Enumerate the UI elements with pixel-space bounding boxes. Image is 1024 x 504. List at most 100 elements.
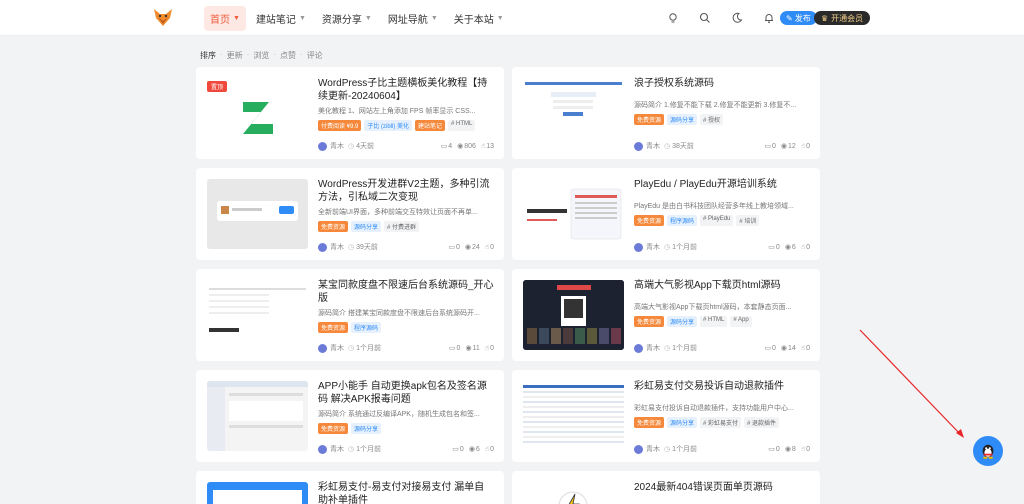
sort-option-likes[interactable]: 点赞 [280,50,296,61]
pen-icon: ✎ [786,13,793,23]
tag[interactable]: 建站笔记 [415,120,446,131]
avatar[interactable] [634,141,643,151]
post-card[interactable]: 浪子授权系统源码 源码简介 1.修复不能下载 2.修复不能更新 3.修复不...… [512,67,820,159]
post-body: PlayEdu / PlayEdu开源培训系统 PlayEdu 是由白书科技团队… [634,178,810,226]
post-title[interactable]: 彩虹易支付-易支付对接易支付 漏单自助补单插件 [318,481,494,504]
tag[interactable]: # 退款插件 [744,417,780,428]
tag[interactable]: 免费资源 [318,221,349,232]
clock-icon: ◷ [664,345,671,352]
post-card[interactable]: 高端大气影视App下载页html源码 高端大气影视App下载页html源码，本套… [512,269,820,361]
tag[interactable]: 免费资源 [634,316,665,327]
author-name[interactable]: 青木 [330,444,344,454]
view-count: ◉ 806 [457,142,476,151]
tag[interactable]: # 彩虹易支付 [700,417,742,428]
tag[interactable]: 程序源码 [351,322,382,333]
avatar[interactable] [634,343,643,353]
tag[interactable]: # 付费进群 [384,221,420,232]
tag[interactable]: # 培训 [736,215,760,226]
post-title[interactable]: 2024最新404错误页面单页源码 [634,481,810,494]
search-icon[interactable] [696,9,714,27]
post-thumbnail[interactable] [523,280,624,350]
sort-option-views[interactable]: 浏览 [253,50,269,61]
tag[interactable]: 免费资源 [318,322,349,333]
post-tags: 付费阅读 ¥9.9 子比 (zibll) 美化 建站笔记 # HTML [318,120,494,131]
nav-item-home[interactable]: 首页 ▼ [204,6,246,31]
notification-bell-icon[interactable] [760,9,778,27]
post-title[interactable]: 某宝同款度盘不限速后台系统源码_开心版 [318,279,494,305]
clock-icon: ◷ [348,244,355,251]
tag[interactable]: # PlayEdu [700,215,734,226]
vip-button[interactable]: ♛ 开通会员 [814,11,871,25]
tag[interactable]: 程序源码 [667,215,698,226]
avatar[interactable] [318,242,327,252]
nav-item-resources[interactable]: 资源分享 ▼ [316,6,378,31]
tag[interactable]: 免费资源 [634,417,665,428]
tag[interactable]: 源码分享 [667,316,698,327]
post-card[interactable]: PlayEdu / PlayEdu开源培训系统 PlayEdu 是由白书科技团队… [512,168,820,260]
tag[interactable]: # HTML [700,316,728,327]
publish-button[interactable]: ✎ 发布 [780,11,817,25]
post-card[interactable]: 2024最新404错误页面单页源码 [512,471,820,504]
post-title[interactable]: 彩虹易支付交易投诉自动退款插件 [634,380,810,393]
site-logo-fox-icon[interactable] [152,6,174,28]
lightbulb-icon[interactable] [664,9,682,27]
author-name[interactable]: 青木 [646,242,660,252]
post-thumbnail[interactable] [207,482,308,504]
author-name[interactable]: 青木 [330,343,344,353]
avatar[interactable] [318,343,327,353]
author-name[interactable]: 青木 [646,343,660,353]
post-card[interactable]: 某宝同款度盘不限速后台系统源码_开心版 源码简介 搭建某宝同款度盘不限速后台系统… [196,269,504,361]
page-scrollbar[interactable] [1018,36,1024,504]
tag[interactable]: 付费阅读 ¥9.9 [318,120,362,131]
author-name[interactable]: 青木 [330,242,344,252]
nav-item-about[interactable]: 关于本站 ▼ [448,6,510,31]
dark-mode-moon-icon[interactable] [728,9,746,27]
tag[interactable]: 免费资源 [318,423,349,434]
tag[interactable]: 子比 (zibll) 美化 [364,120,413,131]
post-thumbnail[interactable] [523,78,624,148]
sort-option-updated[interactable]: 更新 [227,50,243,61]
post-thumbnail[interactable] [523,179,624,249]
tag[interactable]: # 授权 [700,114,724,125]
thumbs-up-icon: ☝ [484,345,490,352]
avatar[interactable] [318,444,327,454]
post-title[interactable]: APP小能手 自动更换apk包名及签名源码 解决APK报毒问题 [318,380,494,406]
post-card[interactable]: APP小能手 自动更换apk包名及签名源码 解决APK报毒问题 源码简介 系统通… [196,370,504,462]
post-title[interactable]: 高端大气影视App下载页html源码 [634,279,810,292]
nav-item-links[interactable]: 网址导航 ▼ [382,6,444,31]
post-time: 1个月前 [672,446,698,453]
tag[interactable]: 免费资源 [634,114,665,125]
tag[interactable]: 源码分享 [351,423,382,434]
post-title[interactable]: 浪子授权系统源码 [634,77,810,90]
author-name[interactable]: 青木 [646,141,660,151]
post-thumbnail[interactable] [207,179,308,249]
post-card[interactable]: 置顶 WordPress子比主题横板美化教程【持续更新-20240604】 美化… [196,67,504,159]
tag[interactable]: 源码分享 [667,417,698,428]
avatar[interactable] [318,141,327,151]
post-time: 38天前 [672,143,694,150]
post-title[interactable]: WordPress开发进群V2主题，多种引流方法，引私域二次变现 [318,178,494,204]
post-thumbnail[interactable] [523,381,624,451]
tag[interactable]: 源码分享 [667,114,698,125]
tag[interactable]: 免费资源 [634,215,665,226]
author-name[interactable]: 青木 [330,141,344,151]
comment-count: ▭ 0 [764,142,776,151]
post-card[interactable]: WordPress开发进群V2主题，多种引流方法，引私域二次变现 全新前端UI界… [196,168,504,260]
author-name[interactable]: 青木 [646,444,660,454]
avatar[interactable] [634,242,643,252]
post-thumbnail[interactable] [207,280,308,350]
tag[interactable]: # HTML [448,120,476,131]
post-title[interactable]: WordPress子比主题横板美化教程【持续更新-20240604】 [318,77,494,103]
view-count-value: 14 [788,344,796,352]
avatar[interactable] [634,444,643,454]
post-card[interactable]: 彩虹易支付交易投诉自动退款插件 彩虹易支付投诉自动退款插件，支持功能用户中心..… [512,370,820,462]
nav-item-notes[interactable]: 建站笔记 ▼ [250,6,312,31]
post-title[interactable]: PlayEdu / PlayEdu开源培训系统 [634,178,810,191]
post-thumbnail[interactable] [207,381,308,451]
post-thumbnail[interactable] [523,482,624,504]
tag[interactable]: 源码分享 [351,221,382,232]
sort-option-comments[interactable]: 评论 [307,50,323,61]
post-card[interactable]: 彩虹易支付-易支付对接易支付 漏单自助补单插件 [196,471,504,504]
tag[interactable]: # App [730,316,752,327]
qq-contact-button[interactable] [973,436,1003,466]
